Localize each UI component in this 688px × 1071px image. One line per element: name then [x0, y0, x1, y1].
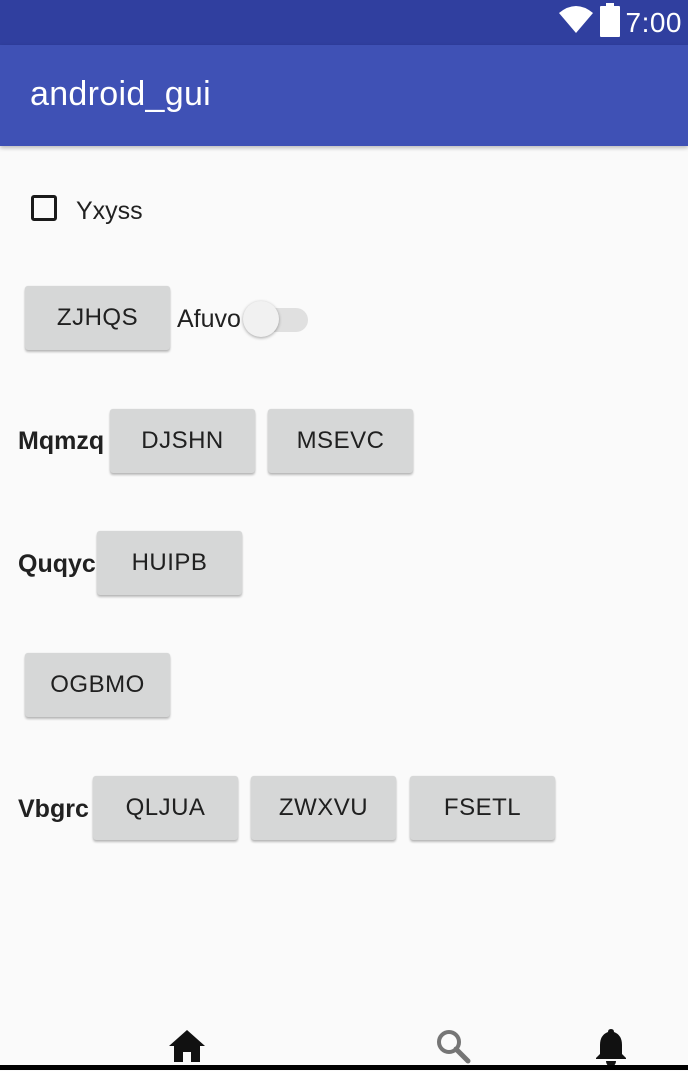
switch-thumb[interactable] [243, 301, 279, 337]
status-icons: 7:00 [558, 0, 683, 45]
yxyss-checkbox[interactable] [31, 195, 57, 221]
checkbox-label: Yxyss [76, 197, 143, 225]
home-icon[interactable] [167, 1026, 207, 1066]
ogbmo-button[interactable]: OGBMO [25, 653, 170, 717]
msevc-button[interactable]: MSEVC [268, 409, 413, 473]
bottom-divider [0, 1065, 688, 1070]
row-label-vbgrc: Vbgrc [18, 795, 89, 823]
row-label-quqyc: Quqyc [18, 550, 96, 578]
app-title: android_gui [30, 75, 212, 113]
djshn-button[interactable]: DJSHN [110, 409, 255, 473]
battery-icon [599, 3, 620, 42]
switch-label: Afuvo [177, 305, 241, 333]
huipb-button[interactable]: HUIPB [97, 531, 242, 595]
status-bar: 7:00 [0, 0, 688, 45]
zjhqs-button[interactable]: ZJHQS [25, 286, 170, 350]
qljua-button[interactable]: QLJUA [93, 776, 238, 840]
row-label-mqmzq: Mqmzq [18, 427, 105, 455]
search-icon[interactable] [433, 1026, 473, 1066]
zwxvu-button[interactable]: ZWXVU [251, 776, 396, 840]
fsetl-button[interactable]: FSETL [410, 776, 555, 840]
bell-icon[interactable] [591, 1026, 631, 1066]
app-bar: android_gui [0, 45, 688, 146]
status-time: 7:00 [625, 6, 682, 38]
wifi-icon [558, 5, 594, 40]
bottom-navigation [0, 1018, 688, 1070]
